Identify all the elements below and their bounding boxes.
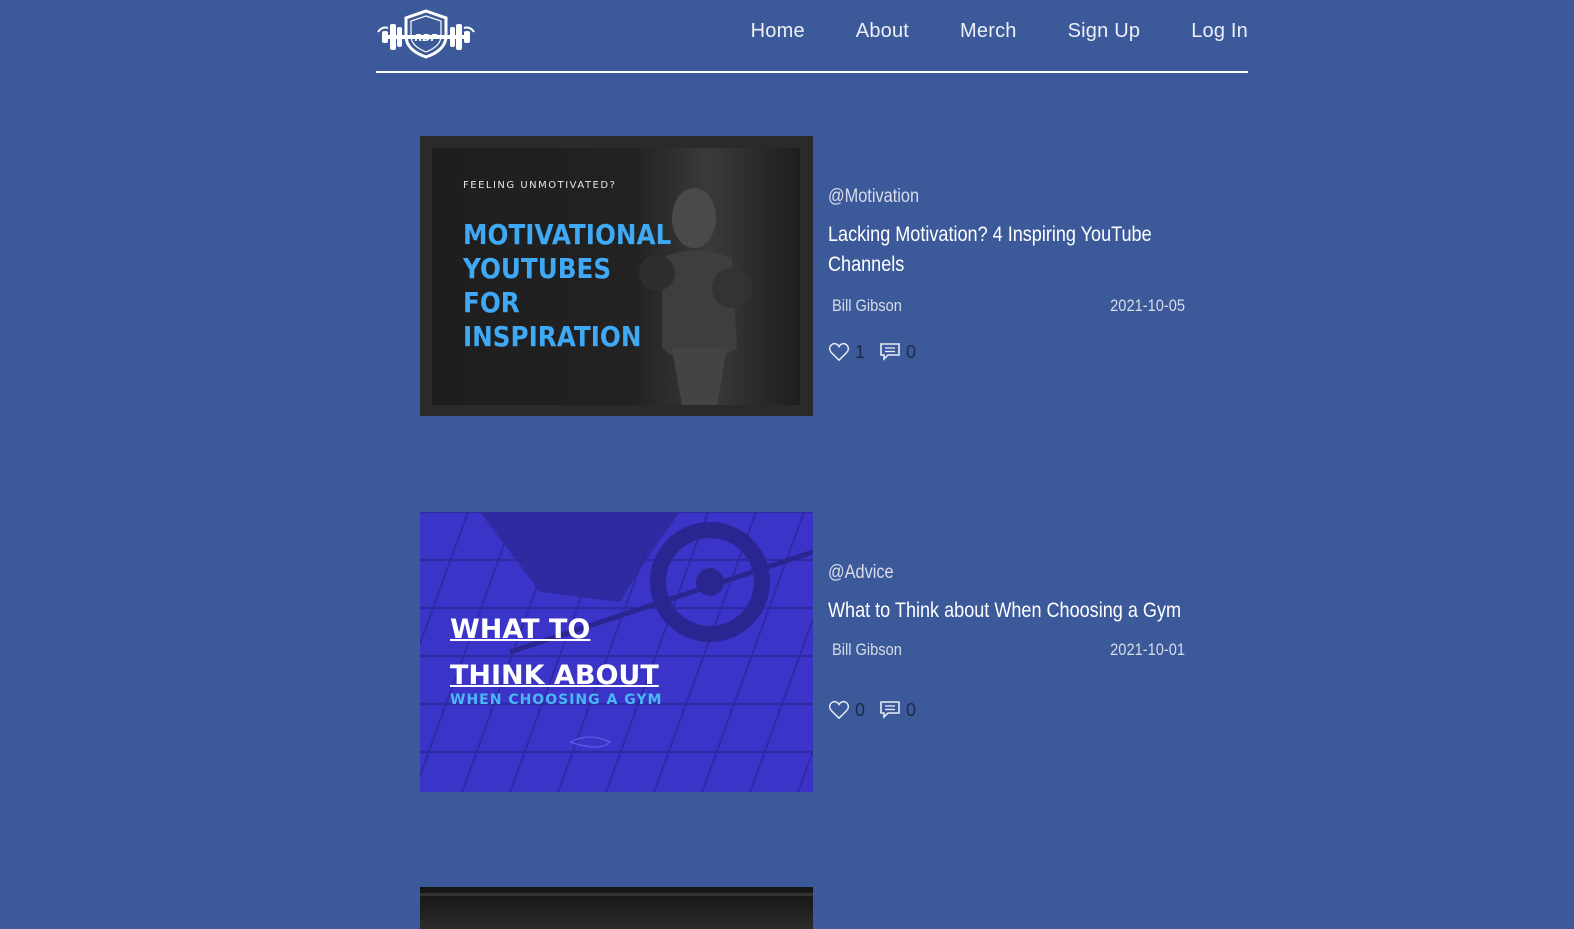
logo-text: RDF xyxy=(415,33,438,44)
post-byline: Bill Gibson 2021-10-05 xyxy=(828,296,1188,320)
post-tag[interactable]: @Motivation xyxy=(828,186,1138,208)
post-thumbnail[interactable]: FEELING UNMOTIVATED? MOTIVATIONAL YOUTUB… xyxy=(420,136,813,416)
post-title[interactable]: What to Think about When Choosing a Gym xyxy=(828,596,1189,626)
thumbnail-headline-line: WHAT TO xyxy=(450,614,591,645)
main-nav: Home About Merch Sign Up Log In xyxy=(700,20,1248,43)
comment-count: 0 xyxy=(906,341,917,362)
comment-icon xyxy=(880,701,900,719)
post-title[interactable]: Lacking Motivation? 4 Inspiring YouTube … xyxy=(828,220,1189,280)
thumbnail-headline-line: MOTIVATIONAL xyxy=(463,218,672,251)
thumbnail-detail xyxy=(420,893,813,896)
post-card xyxy=(420,887,1250,929)
post-thumbnail[interactable] xyxy=(420,887,813,929)
comment-count: 0 xyxy=(906,699,917,720)
dumbbell-shield-icon: RDF xyxy=(377,9,475,59)
post-meta: @Advice What to Think about When Choosin… xyxy=(828,562,1188,722)
nav-merch[interactable]: Merch xyxy=(960,20,1017,43)
comment-button[interactable]: 0 xyxy=(879,700,916,721)
thumbnail-subline: WHEN CHOOSING A GYM xyxy=(450,692,663,708)
post-date: 2021-10-01 xyxy=(1110,640,1185,659)
post-stats: 0 0 xyxy=(828,698,1188,722)
site-logo[interactable]: RDF xyxy=(376,8,476,60)
comment-icon xyxy=(880,343,900,361)
post-author: Bill Gibson xyxy=(832,640,902,659)
post-card: FEELING UNMOTIVATED? MOTIVATIONAL YOUTUB… xyxy=(420,136,1250,416)
thumbnail-headline-line: FOR xyxy=(463,286,520,319)
nav-home[interactable]: Home xyxy=(751,20,805,43)
post-tag[interactable]: @Advice xyxy=(828,562,1138,584)
nav-sign-up[interactable]: Sign Up xyxy=(1068,20,1141,43)
thumbnail-headline-line: YOUTUBES xyxy=(463,252,612,285)
post-author: Bill Gibson xyxy=(832,296,902,315)
post-date: 2021-10-05 xyxy=(1110,296,1185,315)
comment-button[interactable]: 0 xyxy=(879,342,916,363)
post-meta: @Motivation Lacking Motivation? 4 Inspir… xyxy=(828,186,1188,364)
post-thumbnail[interactable]: WHAT TO THINK ABOUT WHEN CHOOSING A GYM xyxy=(420,512,813,792)
heart-icon xyxy=(828,342,850,362)
heart-icon xyxy=(828,700,850,720)
like-button[interactable]: 0 xyxy=(828,700,865,721)
post-card: WHAT TO THINK ABOUT WHEN CHOOSING A GYM … xyxy=(420,512,1250,792)
nav-about[interactable]: About xyxy=(856,20,909,43)
like-count: 1 xyxy=(855,341,866,362)
thumbnail-kicker: FEELING UNMOTIVATED? xyxy=(463,180,617,191)
thumbnail-photo: FEELING UNMOTIVATED? MOTIVATIONAL YOUTUB… xyxy=(432,148,800,405)
thumbnail-headline: MOTIVATIONAL YOUTUBES FOR INSPIRATION xyxy=(463,218,671,354)
post-byline: Bill Gibson 2021-10-01 xyxy=(828,640,1188,664)
thumbnail-headline: WHAT TO THINK ABOUT xyxy=(450,607,659,699)
thumbnail-headline-line: INSPIRATION xyxy=(463,320,642,353)
site-header: RDF Home About Merch Sign Up Log In xyxy=(376,0,1248,73)
post-stats: 1 0 xyxy=(828,340,1188,364)
like-button[interactable]: 1 xyxy=(828,342,865,363)
nav-log-in[interactable]: Log In xyxy=(1191,20,1248,43)
like-count: 0 xyxy=(855,699,866,720)
